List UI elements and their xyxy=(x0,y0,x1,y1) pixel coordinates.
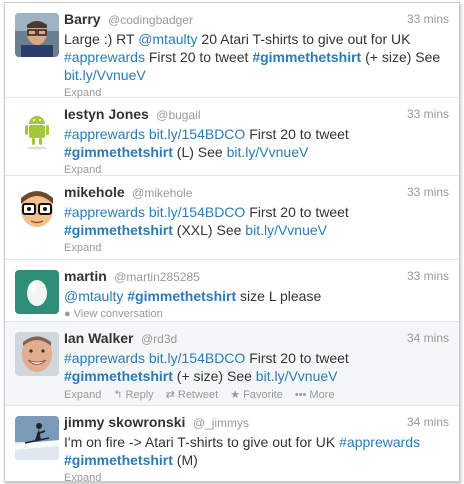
expand-action[interactable]: Expand xyxy=(64,164,101,176)
tweet[interactable]: Ian Walker @rd3d 34 mins #apprewards bit… xyxy=(5,322,459,406)
hashtag-link[interactable]: #gimmethetshirt xyxy=(64,368,173,384)
hashtag-link[interactable]: #apprewards xyxy=(64,126,145,142)
expand-action[interactable]: Expand xyxy=(64,389,101,401)
author-handle[interactable]: @martin285285 xyxy=(114,270,200,284)
tweet-text: Large :) RT @mtaulty 20 Atari T-shirts t… xyxy=(64,30,449,84)
hashtag-link[interactable]: #gimmethetshirt xyxy=(252,49,361,65)
avatar[interactable] xyxy=(15,332,59,376)
url-link[interactable]: bit.ly/VvnueV xyxy=(256,368,338,384)
tweet-text-segment: I'm on fire -> Atari T-shirts to give ou… xyxy=(64,434,340,450)
expand-action[interactable]: Expand xyxy=(64,242,101,254)
speech-bubble-icon: ● xyxy=(64,308,71,320)
favorite-action[interactable]: ★ Favorite xyxy=(230,388,283,402)
tweet-text: #apprewards bit.ly/154BDCO First 20 to t… xyxy=(64,349,449,385)
retweet-icon: ⇄ xyxy=(165,389,175,401)
mention-link[interactable]: @mtaulty xyxy=(138,31,197,47)
hashtag-link[interactable]: #gimmethetshirt xyxy=(127,288,236,304)
tweet[interactable]: mikehole @mikehole 33 mins #apprewards b… xyxy=(5,176,459,260)
ellipsis-icon: ••• xyxy=(294,389,307,401)
tweet-text-segment: (M) xyxy=(172,452,198,468)
action-label: Expand xyxy=(64,472,102,482)
reply-action[interactable]: ↰ Reply xyxy=(113,388,154,402)
url-link[interactable]: bit.ly/VvnueV xyxy=(64,67,146,83)
tweet[interactable]: jimmy skowronski @_jimmys 34 mins I'm on… xyxy=(5,406,459,481)
tweet-text: #apprewards bit.ly/154BDCO First 20 to t… xyxy=(64,203,449,239)
hashtag-link[interactable]: #gimmethetshirt xyxy=(64,452,173,468)
action-label: Expand xyxy=(64,389,102,401)
action-label: Favorite xyxy=(243,388,283,401)
tweet-text-segment: (XXL) See xyxy=(172,222,246,238)
more-action[interactable]: ••• More xyxy=(295,389,335,401)
tweet-text-segment: (L) See xyxy=(172,144,227,160)
author-handle[interactable]: @codingbadger xyxy=(108,13,193,27)
tweet-text-segment: (+ size) See xyxy=(361,49,441,65)
tweet-actions: Expand ↰ Reply ⇄ Retweet ★ Favorite ••• More xyxy=(64,388,449,402)
tweet-text: I'm on fire -> Atari T-shirts to give ou… xyxy=(64,433,449,469)
url-link[interactable]: bit.ly/VvnueV xyxy=(227,144,309,160)
tweet[interactable]: Barry @codingbadger 33 mins Large :) RT … xyxy=(5,3,459,99)
tweet-text-segment: First 20 to tweet xyxy=(144,49,253,65)
author-name[interactable]: Barry xyxy=(64,11,101,27)
expand-action[interactable]: Expand xyxy=(64,472,102,482)
timestamp[interactable]: 33 mins xyxy=(407,12,449,26)
tweet-timeline: Barry @codingbadger 33 mins Large :) RT … xyxy=(4,2,460,482)
action-label: View conversation xyxy=(73,308,163,320)
action-label: More xyxy=(309,389,335,401)
author-handle[interactable]: @_jimmys xyxy=(193,416,249,430)
tweet-text-segment: First 20 to tweet xyxy=(245,350,349,366)
timestamp[interactable]: 33 mins xyxy=(407,269,449,283)
timestamp[interactable]: 33 mins xyxy=(407,185,449,199)
url-link[interactable]: bit.ly/154BDCO xyxy=(149,126,245,142)
star-icon: ★ xyxy=(230,389,241,401)
tweet-text-segment: size L please xyxy=(236,288,322,304)
author-handle[interactable]: @bugail xyxy=(156,108,200,122)
tweet-actions: ● View conversation xyxy=(64,308,449,322)
reply-arrow-icon: ↰ xyxy=(113,389,123,401)
tweet-text-segment: First 20 to tweet xyxy=(245,126,349,142)
retweet-action[interactable]: ⇄ Retweet xyxy=(165,388,219,402)
author-name[interactable]: mikehole xyxy=(64,184,125,200)
author-name[interactable]: Ian Walker xyxy=(64,330,134,346)
hashtag-link[interactable]: #apprewards xyxy=(64,49,145,65)
tweet[interactable]: martin @martin285285 33 mins @mtaulty #g… xyxy=(5,260,459,322)
author-handle[interactable]: @rd3d xyxy=(141,332,177,346)
avatar[interactable] xyxy=(15,13,59,57)
tweet-text-segment: 20 Atari T-shirts to give out for UK xyxy=(197,31,411,47)
author-name[interactable]: Iestyn Jones xyxy=(64,106,149,122)
author-name[interactable]: jimmy skowronski xyxy=(64,414,185,430)
url-link[interactable]: bit.ly/VvnueV xyxy=(245,222,327,238)
avatar[interactable] xyxy=(15,270,59,314)
author-handle[interactable]: @mikehole xyxy=(132,186,192,200)
action-label: Expand xyxy=(64,164,102,176)
tweet-actions: Expand xyxy=(64,242,449,256)
hashtag-link[interactable]: #apprewards xyxy=(64,204,145,220)
avatar[interactable] xyxy=(15,416,59,460)
hashtag-link[interactable]: #apprewards xyxy=(339,434,420,450)
tweet-text-segment: First 20 to tweet xyxy=(245,204,349,220)
tweet-text-segment: Large :) RT xyxy=(64,31,139,47)
hashtag-link[interactable]: #gimmethetshirt xyxy=(64,144,173,160)
hashtag-link[interactable]: #gimmethetshirt xyxy=(64,222,173,238)
action-label: Reply xyxy=(125,388,154,401)
timestamp[interactable]: 33 mins xyxy=(407,107,449,121)
url-link[interactable]: bit.ly/154BDCO xyxy=(149,350,245,366)
action-label: Retweet xyxy=(177,388,219,401)
tweet[interactable]: Iestyn Jones @bugail 33 mins #apprewards… xyxy=(5,98,459,176)
action-label: Expand xyxy=(64,242,102,254)
author-name[interactable]: martin xyxy=(64,268,107,284)
avatar[interactable] xyxy=(15,108,59,152)
view-conversation-action[interactable]: ● View conversation xyxy=(64,308,163,320)
tweet-text: @mtaulty #gimmethetshirt size L please xyxy=(64,287,449,305)
avatar[interactable] xyxy=(15,186,59,230)
timestamp[interactable]: 34 mins xyxy=(407,331,449,345)
timestamp[interactable]: 34 mins xyxy=(407,415,449,429)
tweet-actions: Expand xyxy=(64,472,449,482)
url-link[interactable]: bit.ly/154BDCO xyxy=(149,204,245,220)
tweet-text: #apprewards bit.ly/154BDCO First 20 to t… xyxy=(64,125,449,161)
tweet-text-segment: (+ size) See xyxy=(172,368,256,384)
mention-link[interactable]: @mtaulty xyxy=(64,288,123,304)
hashtag-link[interactable]: #apprewards xyxy=(64,350,145,366)
